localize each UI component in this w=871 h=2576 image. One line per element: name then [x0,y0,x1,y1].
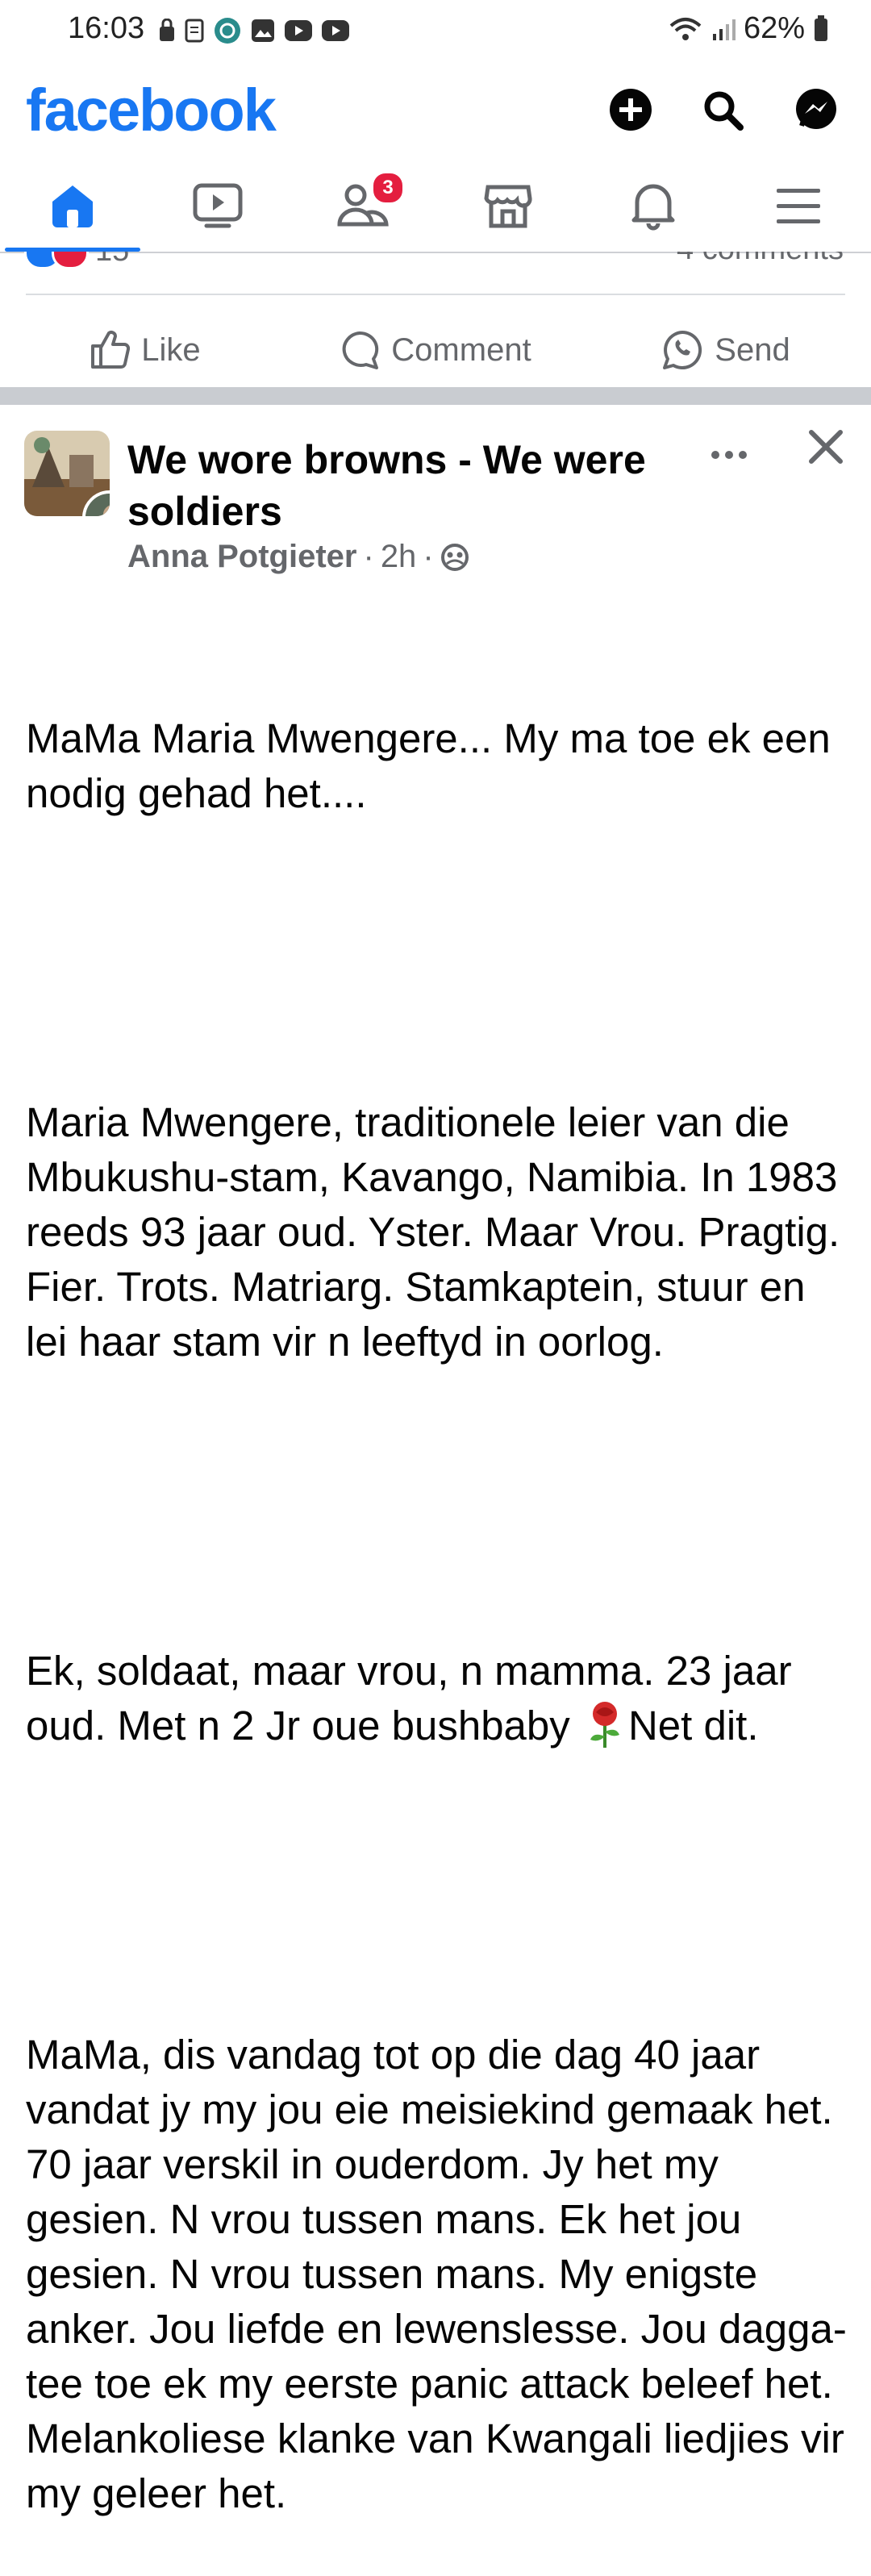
meta-separator: · [363,539,374,574]
gallery-icon [252,19,274,42]
more-icon [711,451,747,459]
send-label: Send [715,331,790,368]
tab-friends[interactable]: 3 [290,161,436,250]
status-time: 16:03 [68,11,145,45]
battery-icon [815,15,827,41]
friends-badge: 3 [371,171,405,205]
youtube-icon [285,20,312,41]
tab-menu[interactable] [726,161,871,250]
tab-marketplace[interactable] [436,161,581,250]
group-name[interactable]: We wore browns - We were soldiers [127,434,692,537]
lock-icon [160,19,174,41]
post-meta: Anna Potgieter · 2h · [127,539,469,575]
marketplace-icon [484,185,532,228]
close-icon [809,430,843,464]
home-icon [52,185,93,227]
post-paragraph-3: Ek, soldaat, maar vrou, n mamma. 23 jaar… [26,1644,856,1753]
divider [26,294,845,295]
nav-tabs: 3 [0,161,871,253]
meta-separator-2: · [423,539,434,574]
reaction-icons [24,252,89,269]
group-avatar[interactable] [24,431,110,516]
post-paragraph-1: MaMa Maria Mwengere... My ma toe ek een … [26,715,842,816]
rose-emoji-icon [590,1702,619,1748]
search-button[interactable] [697,84,748,135]
post-paragraph-3-end: Net dit. [627,1703,759,1749]
wifi-icon [669,17,702,40]
hide-post-button[interactable] [808,429,844,469]
post-paragraph-2: Maria Mwengere, traditionele leier van d… [26,1099,852,1365]
tab-home[interactable] [0,161,145,252]
previous-post-footer: 15 4 comments Like Comment Send [0,252,871,403]
comment-label: Comment [391,331,531,368]
app-circle-icon [215,18,240,44]
whatsapp-icon [663,330,702,369]
post-time[interactable]: 2h [381,539,417,575]
youtube-icon-2 [322,20,349,41]
thumbs-up-icon [91,331,131,369]
create-button[interactable] [605,84,656,135]
clipboard-icon [185,19,204,43]
reaction-summary[interactable]: 15 [24,252,129,269]
plus-icon [610,89,652,131]
video-icon [193,183,243,228]
author-name[interactable]: Anna Potgieter [127,539,356,575]
post-body: MaMa Maria Mwengere... My ma toe ek een … [26,602,856,2576]
members-icon [440,543,469,571]
messenger-button[interactable] [790,84,842,135]
comment-count[interactable]: 4 comments [677,252,844,267]
system-icons: 62% [668,11,829,46]
love-reaction-icon [52,252,89,269]
signal-icon [712,19,736,40]
comment-icon [342,331,379,369]
post-paragraph-4: MaMa, dis vandag tot op die dag 40 jaar … [26,2032,856,2516]
more-options-button[interactable] [710,429,748,469]
post-header: We wore browns - We were soldiers Anna P… [0,405,871,598]
tab-notifications[interactable] [581,161,726,250]
battery-percent: 62% [743,11,805,45]
bell-icon [631,184,675,231]
feed-separator [0,387,871,405]
menu-icon [777,189,820,223]
notification-icons [158,16,350,45]
app-header: facebook [0,65,871,161]
tab-video[interactable] [145,161,290,250]
status-bar: 16:03 62% [0,0,871,65]
search-icon [704,91,744,131]
like-label: Like [141,331,201,368]
reaction-count: 15 [95,252,129,269]
facebook-logo[interactable]: facebook [26,76,277,144]
messenger-icon [796,89,836,129]
